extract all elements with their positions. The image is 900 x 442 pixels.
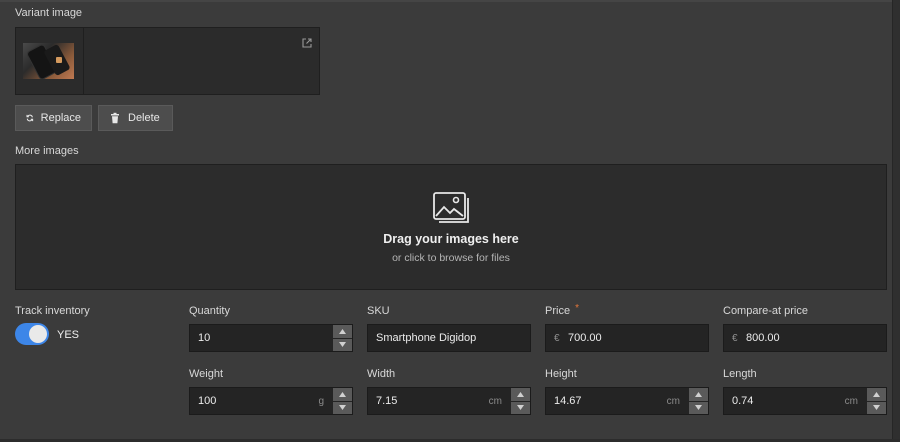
required-marker: * <box>575 303 579 314</box>
chevron-down-icon <box>517 405 524 411</box>
toggle-state-text: YES <box>57 329 80 341</box>
images-dropzone[interactable]: Drag your images here or click to browse… <box>15 164 887 290</box>
replace-button[interactable]: Replace <box>15 105 92 131</box>
weight-unit: g <box>318 396 324 407</box>
price-label: Price * <box>545 303 579 317</box>
quantity-decrement-button[interactable] <box>333 338 352 351</box>
height-input[interactable] <box>546 388 708 414</box>
replace-button-label: Replace <box>40 112 81 124</box>
price-label-text: Price <box>545 305 571 317</box>
quantity-input[interactable] <box>190 325 352 351</box>
thumbnail-card-shape <box>56 57 62 63</box>
compare-at-price-input[interactable] <box>724 325 886 351</box>
length-unit: cm <box>844 396 858 407</box>
compare-at-price-field: € <box>723 324 887 352</box>
width-field: cm <box>367 387 531 415</box>
quantity-increment-button[interactable] <box>333 325 352 338</box>
length-field: cm <box>723 387 887 415</box>
height-stepper <box>689 388 708 414</box>
variant-thumbnail-cell[interactable] <box>16 28 84 94</box>
external-link-icon[interactable] <box>302 35 312 48</box>
chevron-up-icon <box>339 328 346 334</box>
length-decrement-button[interactable] <box>867 401 886 414</box>
length-stepper <box>867 388 886 414</box>
images-icon <box>433 192 469 223</box>
weight-decrement-button[interactable] <box>333 401 352 414</box>
chevron-up-icon <box>873 391 880 397</box>
height-unit: cm <box>666 396 680 407</box>
variant-image-label: Variant image <box>15 7 83 19</box>
dropzone-subtitle: or click to browse for files <box>392 252 510 264</box>
quantity-field <box>189 324 353 352</box>
track-inventory-toggle[interactable] <box>15 323 49 345</box>
compare-at-price-label: Compare-at price <box>723 305 808 317</box>
chevron-up-icon <box>695 391 702 397</box>
height-field: cm <box>545 387 709 415</box>
weight-increment-button[interactable] <box>333 388 352 401</box>
quantity-label: Quantity <box>189 305 230 317</box>
width-unit: cm <box>488 396 502 407</box>
variant-image-box <box>15 27 320 95</box>
trash-icon <box>111 112 119 124</box>
length-increment-button[interactable] <box>867 388 886 401</box>
width-stepper <box>511 388 530 414</box>
sku-label: SKU <box>367 305 390 317</box>
width-increment-button[interactable] <box>511 388 530 401</box>
length-label: Length <box>723 368 757 380</box>
quantity-stepper <box>333 325 352 351</box>
track-inventory-label: Track inventory <box>15 305 90 317</box>
height-decrement-button[interactable] <box>689 401 708 414</box>
sku-input[interactable] <box>368 325 530 351</box>
width-input[interactable] <box>368 388 530 414</box>
width-decrement-button[interactable] <box>511 401 530 414</box>
variant-thumbnail <box>23 43 74 79</box>
weight-stepper <box>333 388 352 414</box>
more-images-label: More images <box>15 145 79 157</box>
toggle-knob <box>29 325 47 343</box>
chevron-up-icon <box>517 391 524 397</box>
width-label: Width <box>367 368 396 380</box>
height-label: Height <box>545 368 577 380</box>
weight-label: Weight <box>189 368 224 380</box>
delete-button[interactable]: Delete <box>98 105 173 131</box>
dropzone-title: Drag your images here <box>383 232 519 246</box>
price-input[interactable] <box>546 325 708 351</box>
refresh-icon <box>26 114 34 122</box>
sku-field <box>367 324 531 352</box>
weight-field: g <box>189 387 353 415</box>
top-edge <box>0 0 900 2</box>
price-field: € <box>545 324 709 352</box>
length-input[interactable] <box>724 388 886 414</box>
chevron-down-icon <box>695 405 702 411</box>
weight-input[interactable] <box>190 388 352 414</box>
chevron-down-icon <box>339 405 346 411</box>
chevron-down-icon <box>873 405 880 411</box>
delete-button-label: Delete <box>128 112 160 124</box>
chevron-down-icon <box>339 342 346 348</box>
chevron-up-icon <box>339 391 346 397</box>
height-increment-button[interactable] <box>689 388 708 401</box>
scrollbar-track[interactable] <box>892 0 900 442</box>
